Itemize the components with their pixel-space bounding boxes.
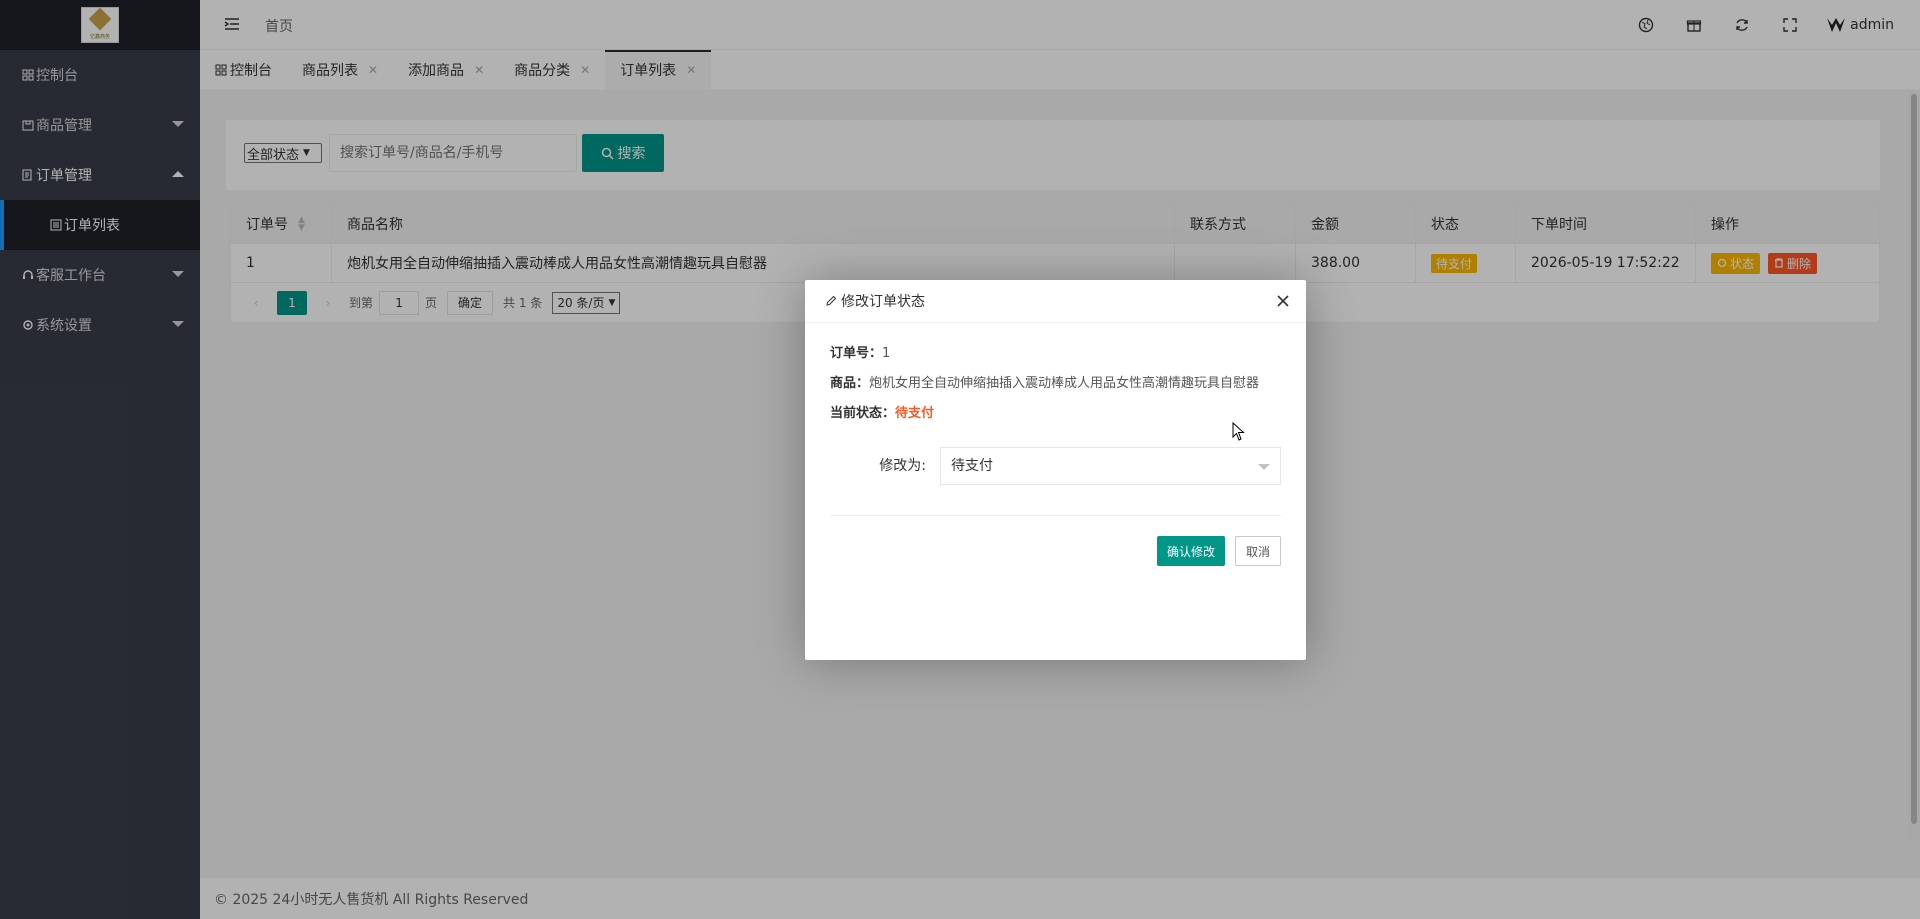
confirm-button[interactable]: 确认修改 (1156, 536, 1225, 566)
edit-status-dialog: 修改订单状态 订单号：1 商品：炮机女用全自动伸缩抽插入震动棒成人用品女性高潮情… (805, 280, 1306, 660)
new-status-select[interactable]: 待支付 (940, 447, 1281, 485)
change-to-label: 修改为: (879, 458, 926, 474)
edit-icon (826, 295, 837, 306)
order-id-line: 订单号：1 (830, 346, 891, 361)
current-status-line: 当前状态：待支付 (830, 406, 935, 421)
chevron-down-icon (1258, 464, 1270, 470)
status-form-row: 修改为: 待支付 (830, 447, 1281, 516)
dialog-footer: 确认修改 取消 (805, 516, 1306, 566)
close-icon[interactable] (1274, 292, 1292, 310)
dialog-header: 修改订单状态 (805, 280, 1306, 323)
cancel-button[interactable]: 取消 (1234, 536, 1281, 566)
mouse-cursor-icon (1232, 422, 1245, 441)
dialog-title: 修改订单状态 (841, 294, 925, 310)
dialog-body: 订单号：1 商品：炮机女用全自动伸缩抽插入震动棒成人用品女性高潮情趣玩具自慰器 … (805, 323, 1306, 516)
product-line: 商品：炮机女用全自动伸缩抽插入震动棒成人用品女性高潮情趣玩具自慰器 (830, 376, 1260, 391)
